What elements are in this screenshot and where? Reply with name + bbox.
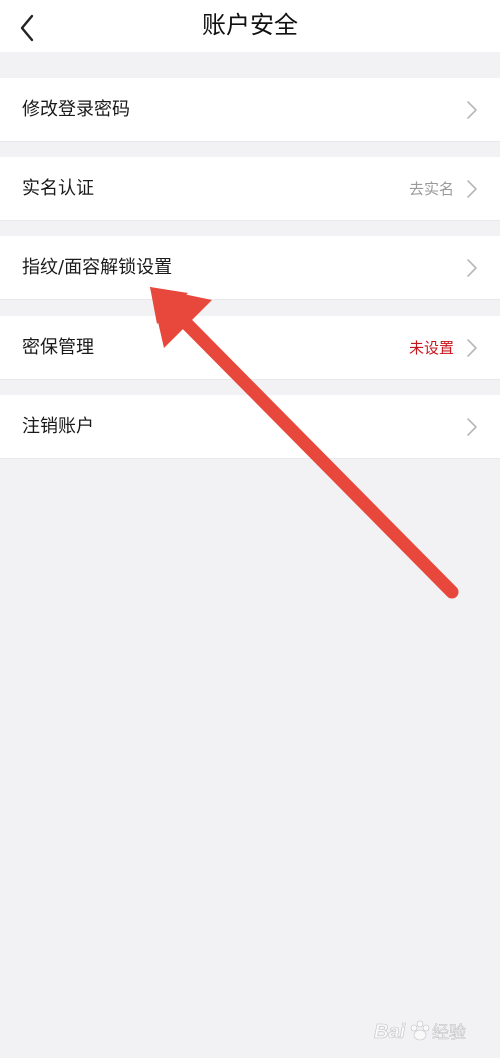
- chevron-right-icon: [467, 418, 477, 436]
- chevron-right-icon: [467, 259, 477, 277]
- menu-item-real-name-verification[interactable]: 实名认证 去实名: [0, 157, 500, 221]
- nav-bar: 账户安全: [0, 0, 500, 52]
- svg-text:Bai: Bai: [374, 1021, 406, 1043]
- baidu-watermark: Bai 经验: [374, 1014, 484, 1048]
- chevron-right-icon: [467, 339, 477, 357]
- menu-item-change-password[interactable]: 修改登录密码: [0, 78, 500, 142]
- chevron-right-icon: [467, 180, 477, 198]
- menu-item-label: 密保管理: [22, 337, 94, 358]
- menu-item-status: 去实名: [408, 180, 454, 198]
- menu-item-status: 未设置: [408, 339, 454, 357]
- baidu-logo-icon: Bai 经验: [374, 1020, 466, 1043]
- menu-item-biometric-unlock[interactable]: 指纹/面容解锁设置: [0, 236, 500, 300]
- page-title: 账户安全: [202, 11, 298, 39]
- menu-item-security-questions[interactable]: 密保管理 未设置: [0, 316, 500, 380]
- svg-text:经验: 经验: [432, 1023, 466, 1043]
- menu-item-label: 注销账户: [22, 416, 94, 437]
- menu-item-cancel-account[interactable]: 注销账户: [0, 395, 500, 459]
- menu-item-label: 指纹/面容解锁设置: [22, 257, 173, 278]
- chevron-right-icon: [467, 101, 477, 119]
- menu-item-label: 实名认证: [22, 178, 94, 199]
- menu-item-label: 修改登录密码: [22, 99, 130, 120]
